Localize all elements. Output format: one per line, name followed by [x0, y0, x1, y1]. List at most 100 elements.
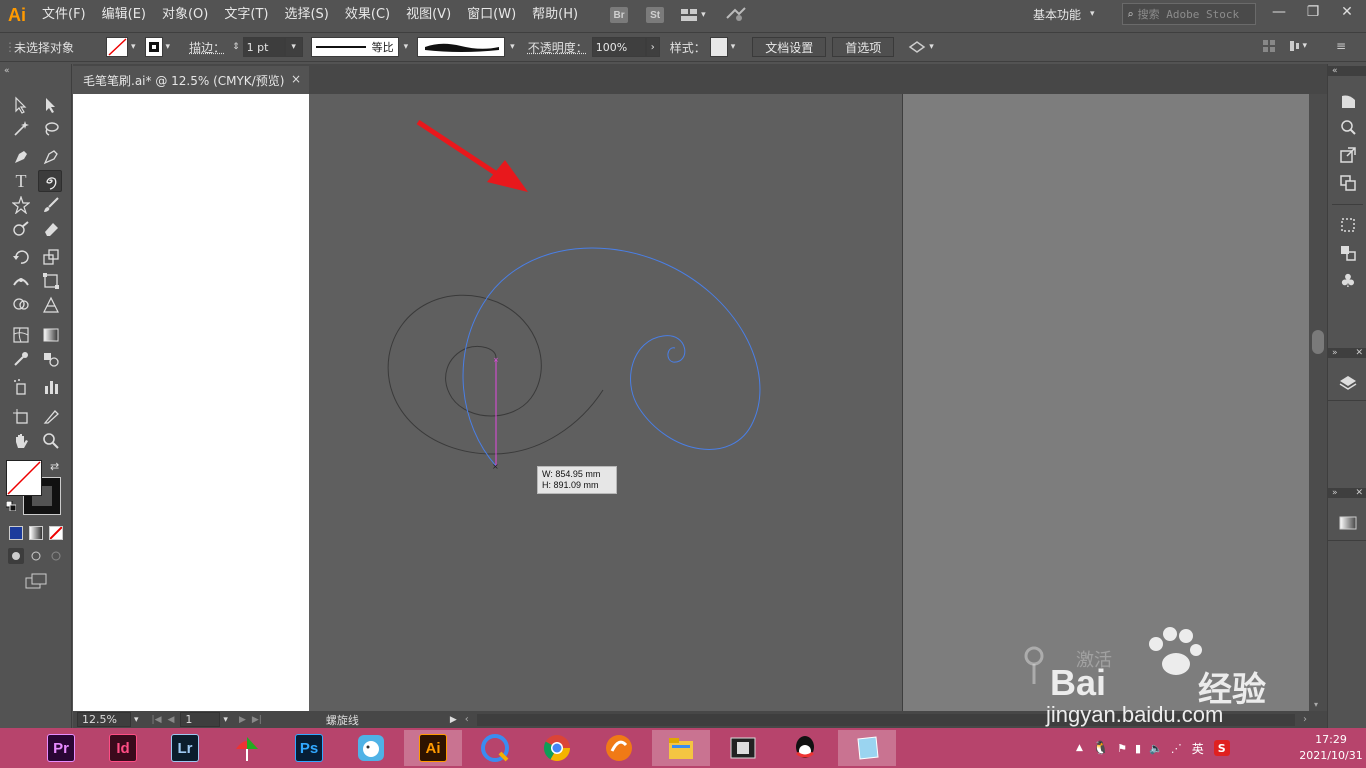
taskbar-illustrator[interactable]: Ai [404, 730, 462, 766]
chevron-down-icon[interactable]: ▾ [728, 42, 739, 52]
draw-normal-icon[interactable] [8, 548, 24, 564]
graphic-style-swatch[interactable] [709, 37, 728, 57]
rotate-tool-icon[interactable] [9, 246, 33, 268]
scroll-right-icon[interactable]: › [1303, 714, 1307, 725]
pen-tool-icon[interactable] [9, 146, 33, 168]
battery-icon[interactable]: ▮ [1135, 742, 1141, 755]
chevron-down-icon[interactable]: ▾ [163, 42, 174, 52]
align-panel-icon[interactable] [1337, 242, 1359, 264]
opacity-flyout[interactable]: › [645, 37, 660, 57]
artboard-number-field[interactable]: 1 [180, 712, 221, 727]
gradient-panel-icon[interactable] [1337, 512, 1359, 534]
next-artboard-icon[interactable]: ▶ [239, 715, 246, 725]
zoom-level-field[interactable]: 12.5% [77, 712, 131, 727]
curvature-tool-icon[interactable] [39, 146, 63, 168]
fill-swatch[interactable] [106, 37, 128, 57]
status-menu-icon[interactable]: ▶ [450, 715, 457, 725]
close-window-button[interactable]: ✕ [1330, 0, 1364, 24]
menu-effect[interactable]: 效果(C) [337, 0, 398, 30]
stroke-swatch[interactable] [144, 37, 163, 57]
canvas[interactable]: × × W: 854.95 mm H: 891.09 mm [73, 94, 1309, 711]
gradient-mode-button[interactable] [29, 526, 43, 540]
menu-file[interactable]: 文件(F) [34, 0, 94, 30]
blend-tool-icon[interactable] [39, 348, 63, 370]
star-tool-icon[interactable] [9, 194, 33, 216]
workspace-switcher[interactable]: 基本功能 ▾ [1033, 3, 1115, 25]
brush-definition[interactable] [417, 37, 506, 57]
arrange-documents-button[interactable]: ▾ [680, 8, 709, 22]
sogou-ime-icon[interactable]: S [1213, 740, 1230, 756]
selection-tool-icon[interactable] [9, 94, 33, 116]
draw-inside-icon[interactable] [48, 548, 64, 564]
menu-object[interactable]: 对象(O) [154, 0, 216, 30]
column-graph-tool-icon[interactable] [39, 376, 63, 398]
collapse-panel-icon[interactable]: « [4, 66, 10, 76]
volume-icon[interactable]: 🔈 [1149, 742, 1163, 755]
last-artboard-icon[interactable]: ▶| [252, 715, 262, 725]
close-panel-icon[interactable]: ✕ [1355, 488, 1363, 498]
minimize-button[interactable]: — [1262, 0, 1296, 24]
screen-mode-icon[interactable] [24, 572, 48, 590]
hand-tool-icon[interactable] [9, 430, 33, 452]
chevron-down-icon[interactable]: ▾ [128, 42, 139, 52]
symbols-panel-icon[interactable]: ♣ [1337, 270, 1359, 292]
collapse-icon[interactable]: » [1332, 488, 1338, 498]
first-artboard-icon[interactable]: |◀ [152, 715, 162, 725]
transform-panel-icon[interactable] [1337, 214, 1359, 236]
appearance-panel-icon[interactable] [1337, 116, 1359, 138]
taskbar-media-player[interactable] [590, 730, 648, 766]
stroke-weight-dropdown[interactable]: ▾ [284, 37, 303, 57]
selected-spiral-path[interactable] [462, 247, 761, 467]
gpu-performance-icon[interactable] [725, 6, 747, 25]
shape-builder-tool-icon[interactable] [9, 294, 33, 316]
align-icon[interactable] [1262, 39, 1276, 53]
slice-tool-icon[interactable] [39, 406, 63, 428]
taskbar-notepad[interactable] [838, 730, 896, 766]
stock-search-input[interactable]: ⌕ 搜索 Adobe Stock [1122, 3, 1256, 25]
document-tab[interactable]: 毛笔笔刷.ai* @ 12.5% (CMYK/预览) × [73, 66, 309, 94]
taskbar-pinyin-tool[interactable] [218, 730, 276, 766]
paintbrush-tool-icon[interactable] [39, 194, 63, 216]
taskbar-clock[interactable]: 17:29 2021/10/31 [1296, 732, 1366, 764]
previous-artboard-icon[interactable]: ◀ [168, 715, 175, 725]
taskbar-browser-q[interactable] [466, 730, 524, 766]
taskbar-qq[interactable] [776, 730, 834, 766]
taskbar-photoshop[interactable]: Ps [280, 730, 338, 766]
export-panel-icon[interactable] [1337, 144, 1359, 166]
type-tool-icon[interactable]: T [9, 170, 33, 192]
swap-colors-icon[interactable]: ⇄ [50, 460, 59, 473]
ime-indicator[interactable]: 英 [1192, 740, 1204, 757]
chevron-down-icon[interactable]: ▾ [507, 42, 518, 52]
taskbar-premiere[interactable]: Pr [32, 730, 90, 766]
free-transform-tool-icon[interactable] [39, 270, 63, 292]
scroll-thumb[interactable] [1312, 330, 1324, 354]
fill-color-box[interactable] [6, 460, 42, 496]
opacity-input[interactable]: 100% [591, 37, 646, 57]
menu-select[interactable]: 选择(S) [276, 0, 336, 30]
color-guide-panel-icon[interactable] [1337, 90, 1359, 112]
pathfinder-panel-icon[interactable] [1337, 172, 1359, 194]
scale-tool-icon[interactable] [39, 246, 63, 268]
menu-help[interactable]: 帮助(H) [524, 0, 586, 30]
eraser-tool-icon[interactable] [39, 218, 63, 240]
stroke-stepper-icon[interactable]: ⇕ [229, 42, 243, 52]
menu-window[interactable]: 窗口(W) [459, 0, 524, 30]
stroke-label[interactable]: 描边： [185, 39, 229, 56]
none-mode-button[interactable] [49, 526, 63, 540]
zoom-tool-icon[interactable] [39, 430, 63, 452]
recolor-artwork-button[interactable]: ▾ [908, 40, 937, 54]
panel-menu-icon[interactable]: ≡ [1336, 39, 1346, 53]
bridge-button[interactable]: Br [610, 7, 629, 23]
qq-tray-icon[interactable]: 🐧 [1093, 741, 1109, 756]
taskbar-chat-bird[interactable] [342, 730, 400, 766]
shaper-tool-icon[interactable] [9, 218, 33, 240]
color-mode-button[interactable] [9, 526, 23, 540]
stock-button[interactable]: St [646, 7, 665, 23]
transform-icon[interactable]: ▾ [1288, 39, 1310, 53]
variable-width-profile[interactable]: 等比 [310, 37, 399, 57]
menu-view[interactable]: 视图(V) [398, 0, 459, 30]
artboard-tool-icon[interactable] [9, 406, 33, 428]
layers-panel-icon[interactable] [1337, 372, 1359, 394]
chevron-down-icon[interactable]: ▾ [220, 715, 231, 725]
maximize-button[interactable]: ❐ [1296, 0, 1330, 24]
